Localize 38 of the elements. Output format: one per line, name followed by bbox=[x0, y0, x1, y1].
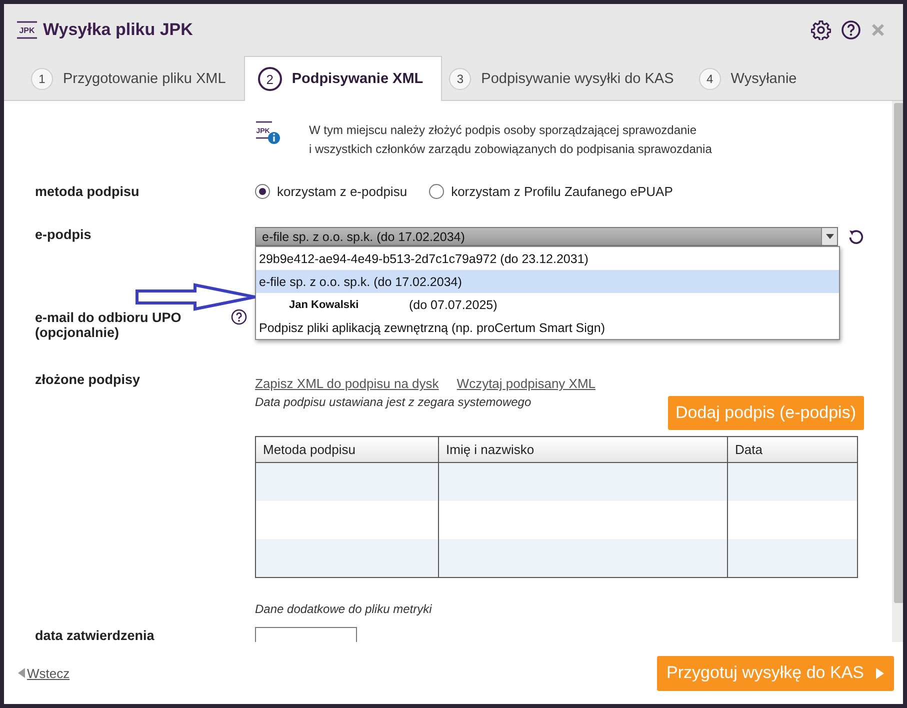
dropdown-option[interactable]: Jan Kowalski (do 07.07.2025) bbox=[256, 293, 839, 316]
field-label: metoda podpisu bbox=[35, 184, 140, 199]
dropdown-option[interactable]: 29b9e412-ae94-4e49-b513-2d7c1c79a972 (do 23.12.2031) bbox=[256, 247, 839, 270]
settings-icon[interactable] bbox=[811, 20, 831, 40]
field-label: e-podpis bbox=[35, 227, 92, 242]
field-label: złożone podpisy bbox=[35, 372, 140, 387]
help-icon[interactable] bbox=[841, 20, 861, 40]
jpk-logo: JPK bbox=[16, 21, 38, 39]
link[interactable]: Zapisz XML do podpisu na dysk bbox=[255, 376, 439, 391]
back-link[interactable]: Wstecz bbox=[18, 666, 70, 680]
step-tab[interactable]: 3 Podpisywanie wysyłki do KAS bbox=[442, 57, 692, 100]
help-icon[interactable] bbox=[231, 309, 247, 325]
step-tab[interactable]: 2 Podpisywanie XML bbox=[244, 56, 442, 101]
note-text: Dane dodatkowe do pliku metryki bbox=[255, 602, 432, 616]
column-header: Metoda podpisu bbox=[256, 436, 438, 462]
link[interactable]: Wczytaj podpisany XML bbox=[456, 376, 596, 391]
dropdown-option[interactable]: Podpisz pliki aplikacją zewnętrzną (np. proCertum Smart Sign) bbox=[256, 316, 839, 339]
right-triangle-icon bbox=[876, 668, 884, 678]
radio-label[interactable]: korzystam z Profilu Zaufanego ePUAP bbox=[451, 184, 673, 199]
note-text: Data podpisu ustawiana jest z zegara systemowego bbox=[255, 395, 532, 409]
step-tab[interactable]: 4 Wysyłanie bbox=[692, 57, 815, 100]
radio-label[interactable]: korzystam z e-podpisu bbox=[277, 184, 408, 199]
radio-button[interactable] bbox=[429, 184, 444, 199]
field-label: e-mail do odbioru UPO (opcjonalnie) bbox=[35, 310, 182, 340]
refresh-icon[interactable] bbox=[848, 228, 864, 245]
window-title: Wysyłka pliku JPK bbox=[43, 20, 193, 40]
info-text: W tym miejscu należy złożyć podpis osoby sporządzającej sprawozdanie i wszystkich członków zarządu zobowiązanych do podpisania sprawozdania bbox=[309, 122, 712, 158]
field-label: data zatwierdzenia bbox=[35, 628, 154, 642]
caret-icon bbox=[826, 234, 834, 239]
step-tab[interactable]: 1 Przygotowanie pliku XML bbox=[24, 57, 244, 100]
left-triangle-icon bbox=[18, 668, 25, 678]
scrollbar[interactable] bbox=[892, 101, 903, 642]
dropdown-option[interactable]: e-file sp. z o.o. sp.k. (do 17.02.2034) bbox=[256, 270, 839, 293]
signature-dropdown[interactable]: e-file sp. z o.o. sp.k. (do 17.02.2034) bbox=[255, 227, 838, 246]
radio-button[interactable] bbox=[255, 184, 270, 199]
date-field[interactable] bbox=[255, 626, 357, 642]
column-header: Imię i nazwisko bbox=[438, 436, 728, 462]
column-header: Data bbox=[728, 436, 858, 462]
